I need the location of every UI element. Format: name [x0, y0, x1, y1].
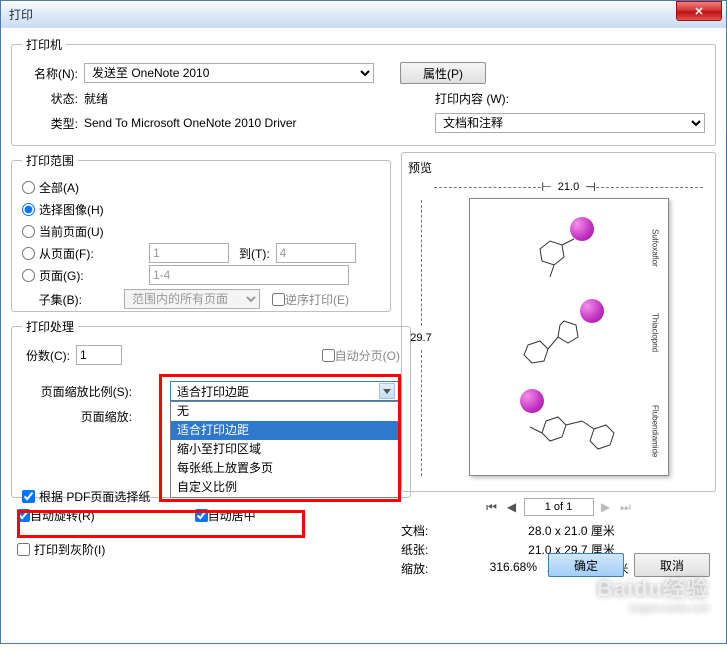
print-content-label: 打印内容 (W):	[435, 90, 705, 107]
subset-label: 子集(B):	[22, 291, 82, 308]
scale-option-shrink[interactable]: 缩小至打印区域	[171, 440, 399, 459]
range-from-label: 从页面(F):	[39, 245, 111, 262]
range-from-radio[interactable]	[22, 247, 35, 260]
copies-label: 份数(C):	[22, 347, 70, 364]
auto-center-checkbox[interactable]	[195, 509, 208, 522]
nav-prev-icon[interactable]: ◀	[504, 499, 520, 515]
range-legend: 打印范围	[22, 152, 78, 169]
printer-status-value: 就绪	[84, 90, 108, 107]
range-pages-input[interactable]	[149, 265, 349, 285]
printer-type-label: 类型:	[22, 115, 78, 132]
nav-last-icon[interactable]: ⏭	[618, 499, 634, 515]
properties-button[interactable]: 属性(P)	[400, 62, 486, 84]
printer-name-select[interactable]: 发送至 OneNote 2010	[84, 63, 374, 83]
by-pdf-label: 根据 PDF页面选择纸	[39, 488, 150, 505]
print-content-select[interactable]: 文档和注释	[435, 113, 705, 133]
mol-label-3: Flubendiamide	[651, 405, 660, 457]
zoom-label: 缩放:	[401, 560, 447, 577]
range-from-input[interactable]	[149, 243, 229, 263]
collate-label: 自动分页(O)	[335, 347, 400, 364]
close-icon: ✕	[694, 5, 703, 18]
range-group: 打印范围 全部(A) 选择图像(H) 当前页面(U) 从页面(F): 到(T):	[11, 152, 391, 312]
reverse-checkbox[interactable]	[272, 293, 285, 306]
close-button[interactable]: ✕	[676, 1, 722, 21]
handling-group: 打印处理 份数(C): 自动分页(O) 页面缩放比例(S):	[11, 318, 411, 498]
subset-select[interactable]: 范围内的所有页面	[124, 289, 260, 309]
scale-ratio-dropdown[interactable]: 适合打印边距 无 适合打印边距 缩小至打印区域 每张纸上放置多页 自定义比例	[170, 381, 400, 401]
printer-group: 打印机 名称(N): 发送至 OneNote 2010 属性(P) 状态: 就绪…	[11, 36, 716, 146]
printer-type-value: Send To Microsoft OneNote 2010 Driver	[84, 116, 297, 130]
cancel-button[interactable]: 取消	[634, 553, 710, 577]
range-all-radio[interactable]	[22, 181, 35, 194]
reverse-label: 逆序打印(E)	[285, 291, 349, 308]
auto-center-label: 自动居中	[208, 507, 256, 524]
nav-next-icon[interactable]: ▶	[598, 499, 614, 515]
mol-label-1: Sulfoxaflor	[651, 229, 660, 267]
range-current-label: 当前页面(U)	[39, 223, 104, 240]
scale-option-multi[interactable]: 每张纸上放置多页	[171, 459, 399, 478]
scale-ratio-value: 适合打印边距	[177, 383, 249, 400]
range-pages-label: 页面(G):	[39, 267, 111, 284]
preview-width-dim: ⊢21.0⊣	[434, 180, 703, 194]
preview-height-dim: 29.7	[414, 200, 428, 476]
printer-legend: 打印机	[22, 36, 66, 53]
scale-option-fit[interactable]: 适合打印边距	[171, 421, 399, 440]
chevron-down-icon	[379, 383, 395, 399]
scale-ratio-label: 页面缩放比例(S):	[22, 383, 132, 400]
printer-status-label: 状态:	[22, 90, 78, 107]
preview-label: 预览	[408, 159, 709, 176]
handling-legend: 打印处理	[22, 318, 78, 335]
range-to-input[interactable]	[276, 243, 356, 263]
scale-dropdown-list: 无 适合打印边距 缩小至打印区域 每张纸上放置多页 自定义比例	[170, 401, 400, 498]
scale-option-none[interactable]: 无	[171, 402, 399, 421]
range-selected-label: 选择图像(H)	[39, 201, 104, 218]
ok-button[interactable]: 确定	[548, 553, 624, 577]
preview-paper: Sulfoxaflor Thiacloprid Flubendiamide	[469, 198, 669, 476]
print-gray-label: 打印到灰阶(I)	[34, 541, 105, 558]
by-pdf-checkbox[interactable]	[22, 490, 35, 503]
print-gray-checkbox[interactable]	[17, 543, 30, 556]
collate-checkbox[interactable]	[322, 349, 335, 362]
range-all-label: 全部(A)	[39, 179, 79, 196]
range-current-radio[interactable]	[22, 225, 35, 238]
titlebar: 打印 ✕	[1, 1, 726, 28]
copies-input[interactable]	[76, 345, 122, 365]
scale-option-custom[interactable]: 自定义比例	[171, 478, 399, 497]
mol-label-2: Thiacloprid	[651, 313, 660, 352]
range-to-label: 到(T):	[239, 245, 270, 262]
auto-rotate-checkbox[interactable]	[17, 509, 30, 522]
zoom-value: 316.68%	[447, 560, 537, 577]
range-selected-radio[interactable]	[22, 203, 35, 216]
page-indicator: 1 of 1	[524, 498, 594, 516]
nav-first-icon[interactable]: ⏮	[484, 499, 500, 515]
preview-panel: 预览 ⊢21.0⊣ 29.7 Sulfoxaflor	[401, 152, 716, 492]
printer-name-label: 名称(N):	[22, 65, 78, 82]
auto-rotate-label: 自动旋转(R)	[30, 507, 95, 524]
doc-value: 28.0 x 21.0 厘米	[427, 522, 716, 539]
window-title: 打印	[9, 6, 33, 23]
range-pages-radio[interactable]	[22, 269, 35, 282]
scale-label: 页面缩放:	[22, 408, 132, 425]
